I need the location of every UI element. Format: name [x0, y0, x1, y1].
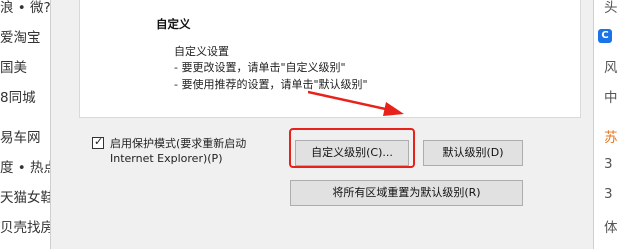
custom-settings-text: 自定义设置	[174, 45, 229, 58]
annotation-highlight-box	[289, 128, 415, 168]
background-link: 体	[604, 220, 618, 236]
blue-badge-icon: C	[598, 29, 612, 43]
change-settings-hint: - 要更改设置，请单击"自定义级别"	[174, 61, 346, 74]
internet-options-dialog: 自定义 自定义设置 - 要更改设置，请单击"自定义级别" - 要使用推荐的设置，…	[50, 0, 594, 249]
protected-mode-checkbox[interactable]: ✓	[92, 135, 104, 149]
background-link: 浪 • 微?	[0, 0, 50, 16]
background-link: 天猫女鞋	[0, 190, 50, 206]
default-level-button[interactable]: 默认级别(D)	[423, 140, 523, 166]
background-link: 8同城	[0, 90, 36, 106]
background-link: 易车网	[0, 130, 41, 146]
background-link: 苏	[604, 130, 618, 146]
protected-mode-label: Internet Explorer)(P)	[110, 152, 223, 165]
background-link: 贝壳找房	[0, 220, 50, 236]
background-link: 国美	[0, 60, 27, 76]
background-link: 爱淘宝	[0, 30, 41, 46]
background-page-left: 浪 • 微? 爱淘宝 国美 8同城 易车网 度 • 热点 天猫女鞋 贝壳找房	[0, 0, 50, 249]
reset-all-zones-button[interactable]: 将所有区域重置为默认级别(R)	[290, 180, 523, 206]
protected-mode-label: 启用保护模式(要求重新启动	[110, 137, 247, 150]
background-link: 风	[604, 60, 618, 76]
background-link: 3	[604, 186, 613, 202]
background-link: 头	[604, 0, 618, 16]
checkmark-icon: ✓	[94, 135, 104, 148]
background-link: 中	[604, 90, 618, 106]
background-link: 度 • 热点	[0, 160, 50, 176]
security-level-panel: 自定义 自定义设置 - 要更改设置，请单击"自定义级别" - 要使用推荐的设置，…	[79, 0, 581, 118]
annotation-arrow-icon	[308, 90, 404, 116]
background-page-right: 头 C 风 中 苏 3 3 体	[592, 0, 620, 249]
security-level-heading: 自定义	[156, 17, 191, 31]
background-link: 3	[604, 156, 613, 172]
